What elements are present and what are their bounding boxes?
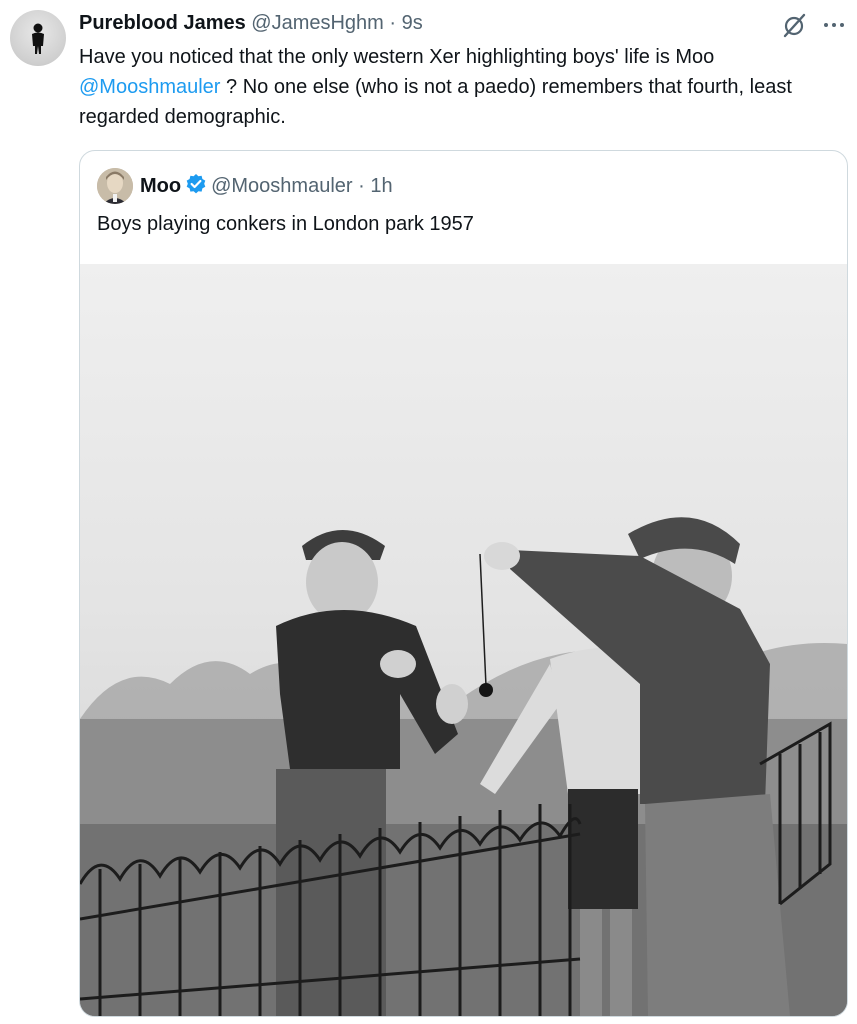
more-options-icon[interactable] (820, 12, 848, 38)
author-handle[interactable]: @JamesHghm (251, 12, 384, 34)
quoted-tweet-photo[interactable] (80, 264, 847, 1016)
tweet-header: Pureblood James @JamesHghm · 9s (79, 9, 423, 37)
quoted-tweet-timestamp[interactable]: 1h (370, 175, 392, 197)
mention-link[interactable]: @Mooshmauler (79, 76, 220, 98)
quoted-author-avatar[interactable] (97, 168, 133, 204)
author-name[interactable]: Pureblood James (79, 12, 246, 34)
quoted-author-handle[interactable]: @Mooshmauler (211, 175, 352, 197)
quoted-tweet-text: Boys playing conkers in London park 1957 (97, 213, 474, 235)
quoted-tweet-card[interactable]: Moo @Mooshmauler · 1h Boys playing conke… (79, 150, 848, 1017)
separator-dot: · (389, 12, 397, 34)
author-avatar[interactable] (10, 10, 66, 66)
tweet-timestamp[interactable]: 9s (402, 12, 423, 34)
tweet-text-part1: Have you noticed that the only western X… (79, 46, 715, 68)
verified-badge-icon (185, 173, 207, 204)
separator-dot: · (358, 175, 365, 197)
grok-icon[interactable] (781, 12, 807, 38)
quoted-author-name[interactable]: Moo (140, 175, 181, 197)
quoted-tweet-header: Moo @Mooshmauler · 1h (140, 171, 393, 204)
tweet-text: Have you noticed that the only western X… (79, 42, 849, 132)
